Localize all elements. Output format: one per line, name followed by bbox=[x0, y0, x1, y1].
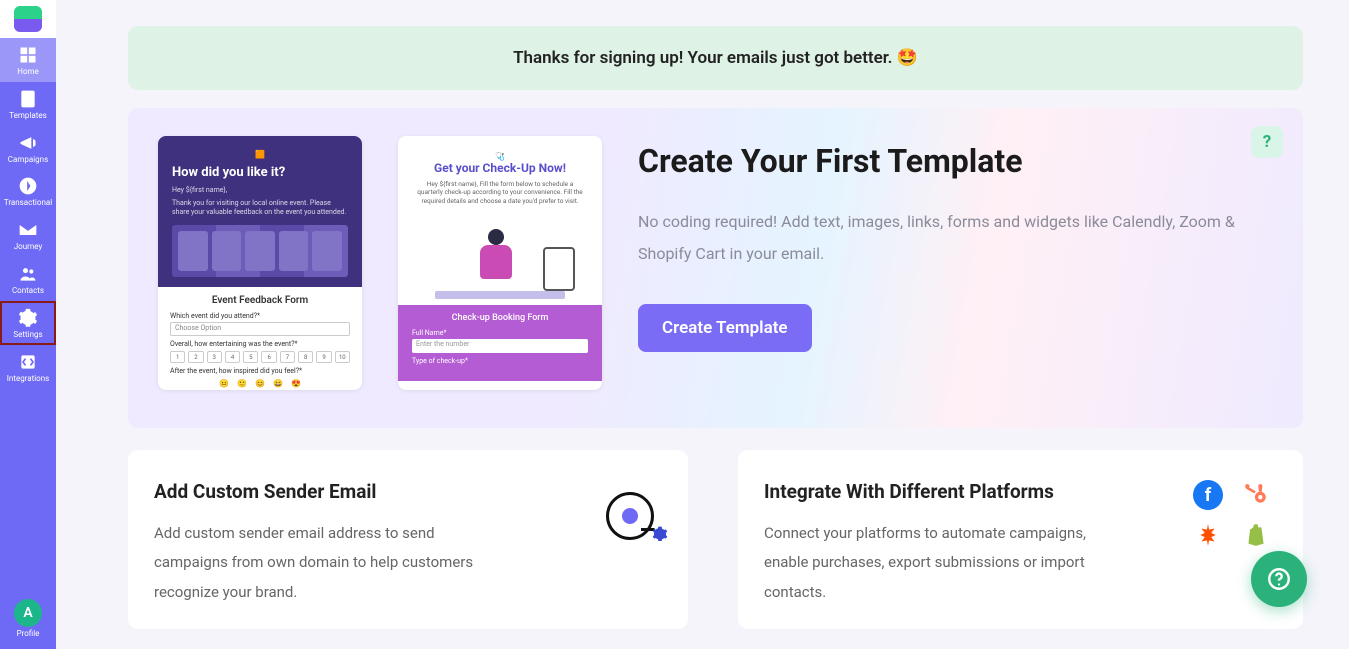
campaigns-icon bbox=[18, 133, 38, 153]
hero-subtitle: No coding required! Add text, images, li… bbox=[638, 206, 1273, 270]
transactional-icon bbox=[18, 176, 38, 196]
template-previews: 🟧 How did you like it? Hey ${first name}… bbox=[158, 136, 602, 390]
template-body: Thank you for visiting our local online … bbox=[172, 199, 348, 217]
nav-label: Settings bbox=[0, 331, 56, 340]
facebook-icon: f bbox=[1193, 480, 1223, 510]
create-template-button[interactable]: Create Template bbox=[638, 304, 812, 352]
nav-home[interactable]: Home bbox=[0, 38, 56, 82]
nav-profile[interactable]: A Profile bbox=[0, 599, 56, 639]
nav-label: Templates bbox=[0, 112, 56, 121]
home-icon bbox=[18, 45, 38, 65]
rating-row: 12345678910 bbox=[170, 351, 350, 363]
nav-settings[interactable]: Settings bbox=[0, 301, 56, 345]
template-preview-feedback: 🟧 How did you like it? Hey ${first name}… bbox=[158, 136, 362, 390]
gear-icon bbox=[652, 526, 668, 546]
template-logo-icon: 🟧 bbox=[172, 150, 348, 159]
contacts-icon bbox=[18, 264, 38, 284]
journey-icon bbox=[18, 220, 38, 240]
form-question: After the event, how inspired did you fe… bbox=[170, 367, 350, 375]
form-label: Full Name* bbox=[412, 329, 588, 337]
hero-card: ? 🟧 How did you like it? Hey ${first nam… bbox=[128, 108, 1303, 428]
template-illustration bbox=[172, 225, 348, 277]
help-fab[interactable] bbox=[1251, 551, 1307, 607]
nav-label: Transactional bbox=[0, 199, 56, 208]
form-question: Which event did you attend?* bbox=[170, 312, 350, 320]
template-title: How did you like it? bbox=[172, 165, 348, 180]
nav-templates[interactable]: Templates bbox=[0, 82, 56, 126]
form-title: Check-up Booking Form bbox=[412, 313, 588, 323]
zapier-icon bbox=[1193, 520, 1223, 550]
card-integrate-platforms[interactable]: Integrate With Different Platforms Conne… bbox=[738, 450, 1303, 629]
help-icon bbox=[1266, 566, 1292, 592]
card-body: Add custom sender email address to send … bbox=[154, 519, 494, 607]
card-title: Add Custom Sender Email bbox=[154, 480, 662, 503]
at-sign-icon bbox=[606, 492, 654, 540]
platform-icons: f bbox=[1193, 480, 1275, 550]
signup-banner: Thanks for signing up! Your emails just … bbox=[128, 26, 1303, 90]
form-input: Enter the number bbox=[412, 339, 588, 353]
templates-icon bbox=[18, 89, 38, 109]
nav-label: Profile bbox=[0, 630, 56, 639]
avatar: A bbox=[14, 599, 42, 627]
card-sender-email[interactable]: Add Custom Sender Email Add custom sende… bbox=[128, 450, 688, 629]
sidebar: Home Templates Campaigns Transactional J… bbox=[0, 0, 56, 649]
form-title: Event Feedback Form bbox=[170, 295, 350, 306]
nav-transactional[interactable]: Transactional bbox=[0, 169, 56, 213]
template-greeting: Hey ${first name}, bbox=[172, 186, 348, 195]
template-preview-checkup: 🩺 Get your Check-Up Now! Hey ${first nam… bbox=[398, 136, 602, 390]
nav-integrations[interactable]: Integrations bbox=[0, 345, 56, 389]
banner-text: Thanks for signing up! Your emails just … bbox=[513, 48, 918, 68]
app-logo[interactable] bbox=[0, 0, 56, 38]
nav-label: Integrations bbox=[0, 375, 56, 384]
settings-icon bbox=[18, 308, 38, 328]
hero-title: Create Your First Template bbox=[638, 142, 1273, 180]
form-select: Choose Option bbox=[170, 322, 350, 336]
card-body: Connect your platforms to automate campa… bbox=[764, 519, 1104, 607]
nav-label: Journey bbox=[0, 243, 56, 252]
nav-label: Campaigns bbox=[0, 156, 56, 165]
hubspot-icon bbox=[1241, 480, 1271, 510]
nav-label: Contacts bbox=[0, 287, 56, 296]
nav-label: Home bbox=[0, 68, 56, 77]
hero-help-button[interactable]: ? bbox=[1251, 126, 1283, 158]
shopify-icon bbox=[1241, 520, 1271, 550]
nav-campaigns[interactable]: Campaigns bbox=[0, 126, 56, 170]
main-content: Thanks for signing up! Your emails just … bbox=[56, 0, 1349, 629]
integrations-icon bbox=[18, 352, 38, 372]
emoji-row: 😐🙂😊😄😍 bbox=[170, 379, 350, 388]
nav-contacts[interactable]: Contacts bbox=[0, 257, 56, 301]
template-title: Get your Check-Up Now! bbox=[414, 161, 586, 175]
onboarding-cards: Add Custom Sender Email Add custom sende… bbox=[128, 450, 1303, 629]
nav-journey[interactable]: Journey bbox=[0, 213, 56, 257]
form-question: Overall, how entertaining was the event?… bbox=[170, 340, 350, 348]
template-illustration bbox=[425, 213, 575, 299]
form-label: Type of check-up* bbox=[412, 357, 588, 365]
stethoscope-icon: 🩺 bbox=[414, 152, 586, 161]
hero-text: Create Your First Template No coding req… bbox=[638, 136, 1273, 390]
template-sub: Hey ${first name}, Fill the form below t… bbox=[414, 180, 586, 205]
